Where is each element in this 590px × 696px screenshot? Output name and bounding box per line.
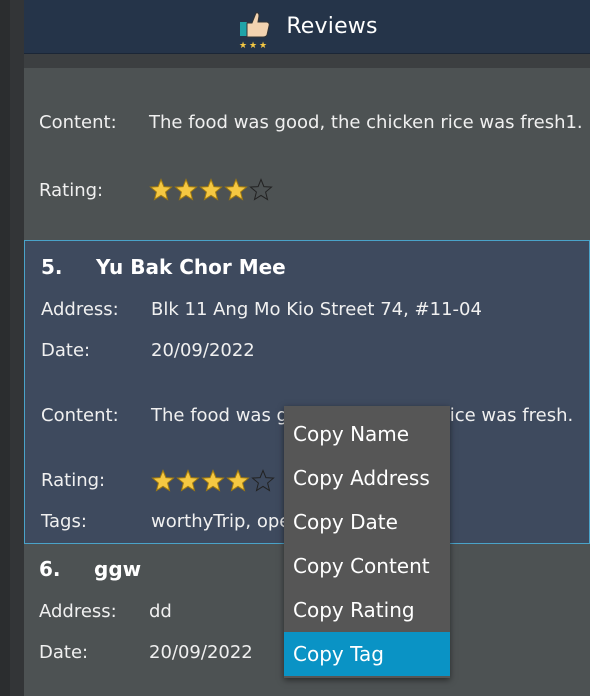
review-name: Yu Bak Chor Mee xyxy=(96,255,286,279)
star-empty-icon xyxy=(249,178,273,201)
content-label: Content: xyxy=(39,112,117,133)
date-value: 20/09/2022 xyxy=(151,340,255,361)
review-name: ggw xyxy=(94,557,142,581)
svg-text:★: ★ xyxy=(259,41,267,49)
address-value: dd xyxy=(149,601,172,622)
content-label: Content: xyxy=(41,405,119,426)
page-title: Reviews xyxy=(286,14,378,39)
window-left-rail xyxy=(0,0,10,696)
thumbs-up-stars-icon: ★ ★ ★ xyxy=(236,5,272,51)
menu-item-copy-date[interactable]: Copy Date xyxy=(284,500,450,544)
star-filled-icon xyxy=(201,469,225,492)
tags-label: Tags: xyxy=(41,511,87,532)
review-index: 6. xyxy=(39,557,61,581)
menu-item-copy-content[interactable]: Copy Content xyxy=(284,544,450,588)
svg-text:★: ★ xyxy=(239,41,247,49)
reviews-header: ★ ★ ★ Reviews xyxy=(24,0,590,54)
star-filled-icon xyxy=(176,469,200,492)
star-filled-icon xyxy=(174,178,198,201)
star-filled-icon xyxy=(199,178,223,201)
address-label: Address: xyxy=(41,299,119,320)
svg-text:★: ★ xyxy=(249,41,257,49)
content-value: The food was good, the chicken rice was … xyxy=(149,112,583,133)
star-filled-icon xyxy=(151,469,175,492)
rating-label: Rating: xyxy=(39,180,104,201)
date-label: Date: xyxy=(39,642,89,663)
star-filled-icon xyxy=(149,178,173,201)
review-index: 5. xyxy=(41,255,63,279)
menu-item-copy-tag[interactable]: Copy Tag xyxy=(284,632,450,676)
rating-stars xyxy=(149,178,273,202)
menu-item-copy-rating[interactable]: Copy Rating xyxy=(284,588,450,632)
window-left-border xyxy=(10,0,24,696)
date-label: Date: xyxy=(41,340,91,361)
menu-item-copy-address[interactable]: Copy Address xyxy=(284,456,450,500)
date-value: 20/09/2022 xyxy=(149,642,253,663)
address-value: Blk 11 Ang Mo Kio Street 74, #11-04 xyxy=(151,299,482,320)
address-label: Address: xyxy=(39,601,117,622)
star-filled-icon xyxy=(224,178,248,201)
context-menu: Copy Name Copy Address Copy Date Copy Co… xyxy=(284,406,450,678)
star-filled-icon xyxy=(226,469,250,492)
star-empty-icon xyxy=(251,469,275,492)
menu-item-copy-name[interactable]: Copy Name xyxy=(284,412,450,456)
rating-stars xyxy=(151,469,275,493)
rating-label: Rating: xyxy=(41,470,106,491)
